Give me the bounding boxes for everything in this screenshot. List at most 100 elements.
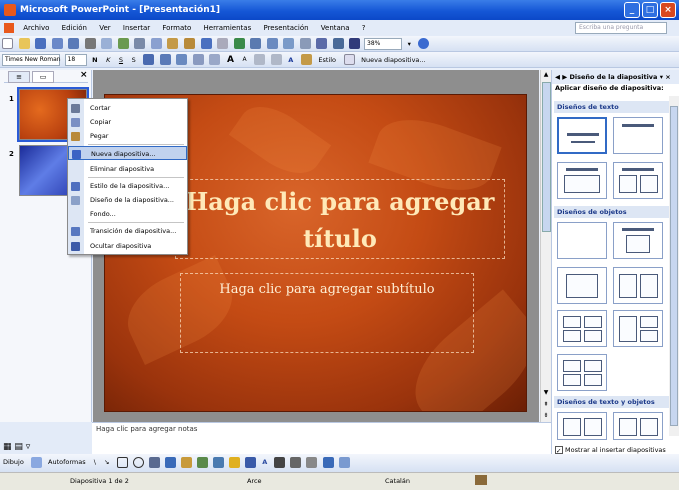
normal-view-icon[interactable]: ▦ xyxy=(3,442,12,452)
decrease-indent-icon[interactable] xyxy=(254,54,266,65)
spelling-status-icon[interactable] xyxy=(475,475,487,485)
undo-icon[interactable] xyxy=(200,38,212,49)
show-formatting-icon[interactable] xyxy=(316,38,328,49)
show-grid-icon[interactable] xyxy=(332,38,344,49)
close-pane-icon[interactable]: × xyxy=(80,70,88,80)
font-size-select[interactable]: 18 xyxy=(64,54,87,66)
paste-icon[interactable] xyxy=(167,38,179,49)
font-select[interactable]: Times New Roman xyxy=(2,54,61,66)
scroll-up-icon[interactable]: ▲ xyxy=(541,70,551,80)
expand-all-icon[interactable] xyxy=(299,38,311,49)
menu-ver[interactable]: Ver xyxy=(94,20,115,36)
wordart-icon[interactable] xyxy=(164,457,176,468)
task-pane-menu-icon[interactable]: ▾ × xyxy=(657,73,671,81)
dash-style-icon[interactable] xyxy=(290,457,302,468)
rectangle-icon[interactable] xyxy=(116,457,128,468)
layout-four-content[interactable] xyxy=(557,310,607,347)
tab-outline[interactable]: ≡ xyxy=(8,71,30,83)
help-question-input[interactable]: Escriba una pregunta xyxy=(575,22,667,34)
layout-title-only[interactable] xyxy=(613,117,663,154)
oval-icon[interactable] xyxy=(132,457,144,468)
draw-menu-button[interactable]: Dibujo xyxy=(0,454,27,470)
increase-font-icon[interactable]: A xyxy=(224,52,237,68)
align-center-icon[interactable] xyxy=(159,54,171,65)
new-slide-button[interactable]: Nueva diapositiva... xyxy=(358,52,428,68)
format-painter-icon[interactable] xyxy=(184,38,196,49)
open-icon[interactable] xyxy=(18,38,30,49)
layout-title-slide[interactable] xyxy=(557,117,607,154)
next-slide-icon[interactable]: ⇟ xyxy=(541,411,551,421)
menu-archivo[interactable]: Archivo xyxy=(18,20,54,36)
permission-icon[interactable] xyxy=(51,38,63,49)
insert-hyperlink-icon[interactable] xyxy=(283,38,295,49)
arrow-icon[interactable]: ↘ xyxy=(101,454,112,470)
tab-slides[interactable]: ▭ xyxy=(32,71,54,83)
bullets-icon[interactable] xyxy=(209,54,221,65)
context-hide-slide[interactable]: Ocultar diapositiva xyxy=(68,239,187,253)
arrow-style-icon[interactable] xyxy=(306,457,318,468)
layout-blank[interactable] xyxy=(557,222,607,259)
diagram-icon[interactable] xyxy=(180,457,192,468)
font-color-icon[interactable]: A xyxy=(259,454,270,470)
layout-two-column-text[interactable] xyxy=(613,162,663,199)
zoom-select[interactable]: 38% xyxy=(364,38,403,50)
print-preview-icon[interactable] xyxy=(101,38,113,49)
autoshapes-menu-button[interactable]: Autoformas xyxy=(45,454,89,470)
3d-style-icon[interactable] xyxy=(338,457,350,468)
task-pane-scrollbar[interactable] xyxy=(669,96,679,436)
context-slide-layout[interactable]: Diseño de la diapositiva... xyxy=(68,193,187,207)
clip-art-icon[interactable] xyxy=(196,457,208,468)
shadow-button[interactable]: S xyxy=(129,52,139,68)
print-icon[interactable] xyxy=(84,38,96,49)
select-objects-icon[interactable] xyxy=(30,457,42,468)
line-color-icon[interactable] xyxy=(245,457,257,468)
insert-chart-icon[interactable] xyxy=(233,38,245,49)
minimize-button[interactable]: _ xyxy=(624,2,640,18)
font-color-icon[interactable]: A xyxy=(285,52,296,68)
menu-edicion[interactable]: Edición xyxy=(57,20,92,36)
layout-content[interactable] xyxy=(557,267,607,304)
context-delete-slide[interactable]: Eliminar diapositiva xyxy=(68,162,187,176)
maximize-button[interactable]: □ xyxy=(642,2,658,18)
menu-ventana[interactable]: Ventana xyxy=(316,20,355,36)
help-icon[interactable] xyxy=(418,38,430,49)
sorter-view-icon[interactable]: ▤ xyxy=(14,442,23,452)
document-icon[interactable] xyxy=(4,23,14,33)
context-slide-design[interactable]: Estilo de la diapositiva... xyxy=(68,179,187,193)
italic-button[interactable]: K xyxy=(103,52,113,68)
back-icon[interactable]: ◀ ▶ xyxy=(555,73,570,81)
insert-picture-icon[interactable] xyxy=(212,457,224,468)
spelling-icon[interactable] xyxy=(117,38,129,49)
layout-title-four-content[interactable] xyxy=(557,354,607,391)
slideshow-view-icon[interactable]: ▿ xyxy=(26,442,31,452)
checkbox-checked-icon[interactable]: ✓ xyxy=(555,446,563,455)
redo-icon[interactable] xyxy=(217,38,229,49)
menu-presentacion[interactable]: Presentación xyxy=(258,20,313,36)
insert-table-icon[interactable] xyxy=(250,38,262,49)
context-transition[interactable]: Transición de diapositiva... xyxy=(68,224,187,238)
save-icon[interactable] xyxy=(35,38,47,49)
layout-title-content[interactable] xyxy=(613,222,663,259)
close-window-button[interactable]: × xyxy=(660,2,676,18)
cut-icon[interactable] xyxy=(134,38,146,49)
design-button[interactable]: Estilo xyxy=(315,52,339,68)
context-paste[interactable]: Pegar xyxy=(68,129,187,143)
context-new-slide[interactable]: Nueva diapositiva... xyxy=(68,146,187,160)
layout-two-content[interactable] xyxy=(613,267,663,304)
menu-herramientas[interactable]: Herramientas xyxy=(199,20,257,36)
chevron-down-icon[interactable]: ▾ xyxy=(405,36,414,52)
layout-content-text[interactable] xyxy=(613,412,663,440)
layout-title-two-content[interactable] xyxy=(613,310,663,347)
notes-pane[interactable]: Haga clic para agregar notas xyxy=(92,422,551,454)
show-on-insert-checkbox[interactable]: ✓ Mostrar al insertar diapositivas xyxy=(555,446,666,455)
tables-borders-icon[interactable] xyxy=(266,38,278,49)
menu-formato[interactable]: Formato xyxy=(157,20,196,36)
align-left-icon[interactable] xyxy=(143,54,155,65)
scroll-down-icon[interactable]: ▼ xyxy=(541,388,551,398)
shadow-style-icon[interactable] xyxy=(322,457,334,468)
bold-button[interactable]: N xyxy=(89,52,100,68)
underline-button[interactable]: S xyxy=(116,52,126,68)
menu-insertar[interactable]: Insertar xyxy=(118,20,155,36)
new-slide-icon[interactable] xyxy=(343,54,355,65)
increase-indent-icon[interactable] xyxy=(270,54,282,65)
